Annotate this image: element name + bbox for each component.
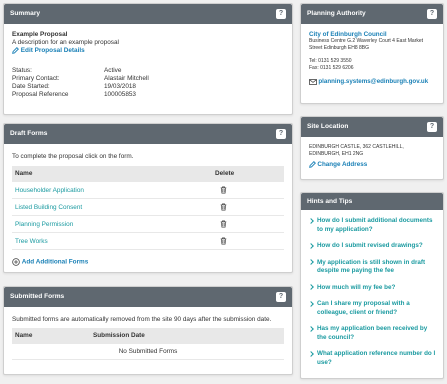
- submitted-table-header: Name Submission Date: [12, 328, 284, 344]
- form-link[interactable]: Householder Application: [15, 187, 84, 194]
- proposal-details: Status: Active Primary Contact: Alastair M…: [12, 66, 284, 98]
- detail-value: 100005853: [104, 90, 136, 98]
- add-forms-label: Add Additional Forms: [21, 258, 89, 266]
- submitted-help-icon[interactable]: ?: [276, 292, 286, 302]
- authority-email: planning.systems@edinburgh.gov.uk: [318, 78, 429, 85]
- empty-message: No Submitted Forms: [12, 343, 284, 360]
- envelope-icon: [309, 78, 317, 85]
- summary-header: Summary ?: [4, 4, 292, 24]
- hints-title: Hints and Tips: [307, 198, 353, 205]
- hint-link[interactable]: My application is still shown in draft d…: [309, 255, 437, 280]
- form-link[interactable]: Listed Building Consent: [15, 204, 82, 211]
- authority-name[interactable]: City of Edinburgh Council: [309, 31, 435, 38]
- trash-icon[interactable]: [220, 203, 227, 211]
- trash-icon[interactable]: [220, 186, 227, 194]
- detail-value: Active: [104, 66, 122, 74]
- hint-link[interactable]: How much will my fee be?: [309, 280, 437, 297]
- draft-forms-title: Draft Forms: [10, 130, 48, 137]
- summary-help-icon[interactable]: ?: [276, 9, 286, 19]
- authority-header: Planning Authority ?: [301, 4, 443, 24]
- trash-icon[interactable]: [220, 237, 227, 245]
- hint-link[interactable]: How do I submit revised drawings?: [309, 238, 437, 255]
- trash-icon[interactable]: [220, 220, 227, 228]
- pencil-icon: [12, 47, 19, 54]
- authority-title: Planning Authority: [307, 10, 366, 17]
- change-address-label: Change Address: [317, 161, 368, 168]
- col-name-header: Name: [12, 328, 90, 344]
- authority-fax: Fax: 0131 529 6206: [309, 65, 354, 71]
- table-row: Planning Permission: [12, 215, 284, 233]
- hint-link[interactable]: What application reference number do I u…: [309, 346, 437, 371]
- col-delete-header: Delete: [212, 166, 284, 182]
- detail-row: Status: Active: [12, 66, 284, 74]
- authority-email-link[interactable]: planning.systems@edinburgh.gov.uk: [309, 78, 435, 86]
- proposal-name: Example Proposal: [12, 31, 68, 38]
- authority-address-line1: Business Centre G.2 Waverley Court 4 Eas…: [309, 38, 424, 44]
- edit-proposal-label: Edit Proposal Details: [20, 47, 85, 55]
- change-address-link[interactable]: Change Address: [309, 161, 435, 169]
- draft-help-icon[interactable]: ?: [276, 129, 286, 139]
- submitted-intro: Submitted forms are automatically remove…: [12, 316, 272, 323]
- authority-help-icon[interactable]: ?: [427, 9, 437, 19]
- site-location-panel: Site Location ? EDINBURGH CASTLE, 362 CA…: [300, 116, 444, 180]
- detail-label: Proposal Reference: [12, 90, 69, 98]
- table-row: Householder Application: [12, 181, 284, 199]
- detail-row: Date Started: 19/03/2018: [12, 82, 284, 90]
- summary-panel: Summary ? Example Proposal A description…: [3, 3, 293, 115]
- detail-value: Alastair Mitchell: [104, 74, 149, 82]
- form-link[interactable]: Planning Permission: [15, 221, 73, 228]
- table-row: Tree Works: [12, 232, 284, 250]
- draft-intro: To complete the proposal click on the fo…: [12, 153, 134, 160]
- summary-title: Summary: [10, 10, 41, 17]
- detail-label: Status:: [12, 66, 32, 74]
- detail-row: Primary Contact: Alastair Mitchell: [12, 74, 284, 82]
- site-help-icon[interactable]: ?: [427, 122, 437, 132]
- site-header: Site Location ?: [301, 117, 443, 137]
- col-name-header: Name: [12, 166, 212, 182]
- col-date-header: Submission Date: [90, 328, 284, 344]
- submitted-forms-header: Submitted Forms ?: [4, 287, 292, 307]
- site-address-line2: EDINBURGH, EH1 2NG: [309, 151, 364, 157]
- draft-forms-header: Draft Forms ?: [4, 124, 292, 144]
- detail-label: Date Started:: [12, 82, 50, 90]
- site-address-line1: EDINBURGH CASTLE, 362 CASTLEHILL,: [309, 144, 404, 150]
- edit-proposal-link[interactable]: Edit Proposal Details: [12, 47, 284, 54]
- submitted-forms-table: Name Submission Date No Submitted Forms: [12, 328, 284, 360]
- detail-value: 19/03/2018: [104, 82, 136, 90]
- proposal-description: A description for an example proposal: [12, 39, 119, 46]
- plus-circle-icon: [12, 258, 20, 266]
- planning-authority-panel: Planning Authority ? City of Edinburgh C…: [300, 3, 444, 104]
- hint-link[interactable]: How do I submit additional documents to …: [309, 213, 437, 238]
- submitted-forms-panel: Submitted Forms ? Submitted forms are au…: [3, 286, 293, 375]
- draft-forms-table: Name Delete Householder Application List…: [12, 166, 284, 250]
- authority-tel: Tel: 0131 529 3550: [309, 58, 352, 64]
- hints-panel: Hints and Tips How do I submit additiona…: [300, 192, 444, 379]
- hint-link[interactable]: Can I share my proposal with a colleague…: [309, 296, 437, 321]
- hints-header: Hints and Tips: [301, 193, 443, 210]
- detail-row: Proposal Reference 100005853: [12, 90, 284, 98]
- draft-table-header: Name Delete: [12, 166, 284, 182]
- site-title: Site Location: [307, 123, 349, 130]
- submitted-forms-title: Submitted Forms: [10, 293, 65, 300]
- draft-forms-panel: Draft Forms ? To complete the proposal c…: [3, 123, 293, 273]
- table-row: Listed Building Consent: [12, 198, 284, 216]
- empty-row: No Submitted Forms: [12, 343, 284, 360]
- hint-link[interactable]: Has my application been received by the …: [309, 321, 437, 346]
- pencil-icon: [309, 161, 316, 169]
- add-forms-button[interactable]: Add Additional Forms: [12, 258, 284, 266]
- form-link[interactable]: Tree Works: [15, 238, 48, 245]
- detail-label: Primary Contact:: [12, 74, 60, 82]
- authority-address-line2: Street Edinburgh EH8 8BG: [309, 45, 370, 51]
